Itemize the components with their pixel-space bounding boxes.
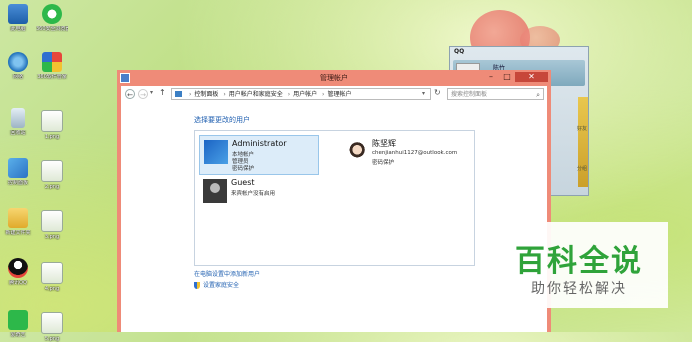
user-card-guest[interactable]: Guest 来宾帐户没有启用 <box>199 175 317 205</box>
desktop-icon-360-browser[interactable]: 360安全浏览器 <box>36 4 68 32</box>
network-icon <box>8 52 28 72</box>
qq-side-label-friends[interactable]: 好友 <box>577 125 587 132</box>
desktop-icon-file-2[interactable]: 2.png <box>36 160 68 190</box>
family-safety-link[interactable]: 设置家庭安全 <box>194 280 239 289</box>
desktop-icon-network[interactable]: 网络 <box>2 52 34 80</box>
content-area: 选择要更改的用户 Administrator 本地帐户 管理员 密码保护 陈坚辉… <box>121 103 547 332</box>
search-placeholder: 搜索控制面板 <box>451 91 488 98</box>
navigation-bar: ← → ▾ ↑ › 控制面板 › 用户帐户和家庭安全 › 用户帐户 › 管理帐户 ▾ ↻… <box>121 86 547 103</box>
watermark-subtitle: 助你轻松解决 <box>531 281 627 297</box>
maximize-button[interactable]: □ <box>499 72 515 82</box>
qq-title: QQ <box>454 48 465 55</box>
image-file-icon <box>41 110 63 132</box>
desktop-icon-file-4[interactable]: 4.png <box>36 262 68 292</box>
control-panel-icon <box>175 91 182 97</box>
close-button[interactable]: ✕ <box>515 72 548 82</box>
user-avatar-photo <box>344 139 368 163</box>
user-card-chenjianhui[interactable]: 陈坚辉 chenjianhui1127@outlook.com 密码保护 <box>340 135 470 173</box>
minimize-button[interactable]: – <box>483 72 499 82</box>
breadcrumb-user-family[interactable]: 用户帐户和家庭安全 <box>229 91 283 98</box>
search-icon[interactable]: ⌕ <box>536 90 540 101</box>
family-safety-label: 设置家庭安全 <box>203 282 240 289</box>
user-detail: 密码保护 <box>232 166 255 172</box>
back-arrow-icon[interactable]: ← <box>125 89 135 99</box>
user-avatar-icon <box>203 179 227 203</box>
desktop-icon-360-manager[interactable]: 360软件管家 <box>36 52 68 80</box>
desktop-icon-file-1[interactable]: 1.png <box>36 110 68 140</box>
desktop-icon-qq[interactable]: 腾讯QQ <box>2 258 34 286</box>
image-file-icon <box>41 262 63 284</box>
user-name: 陈坚辉 <box>372 139 396 148</box>
user-card-administrator[interactable]: Administrator 本地帐户 管理员 密码保护 <box>199 135 319 175</box>
folder-icon <box>8 208 28 228</box>
desktop-icon-new-folder[interactable]: 新建文件夹 <box>2 208 34 236</box>
page-heading: 选择要更改的用户 <box>194 116 250 124</box>
title-bar[interactable]: 管理帐户 – □ ✕ <box>117 70 551 85</box>
user-detail: 密码保护 <box>372 160 395 166</box>
search-input[interactable]: 搜索控制面板 ⌕ <box>447 88 544 100</box>
breadcrumb-manage-accounts[interactable]: 管理帐户 <box>327 91 351 98</box>
recycle-bin-icon <box>11 108 25 128</box>
address-dropdown-icon[interactable]: ▾ <box>422 90 425 97</box>
computer-icon <box>8 4 28 24</box>
breadcrumb-user-accounts[interactable]: 用户帐户 <box>293 91 317 98</box>
control-panel-icon <box>8 158 28 178</box>
watermark-badge: 百科全说 助你轻松解决 <box>490 222 668 308</box>
user-detail: chenjianhui1127@outlook.com <box>372 150 458 156</box>
desktop-icon-file-5[interactable]: 5.png <box>36 312 68 342</box>
manage-accounts-window: 管理帐户 – □ ✕ ← → ▾ ↑ › 控制面板 › 用户帐户和家庭安全 › 用户帐… <box>117 70 551 332</box>
up-arrow-icon[interactable]: ↑ <box>159 88 166 97</box>
add-user-link[interactable]: 在电脑设置中添加新用户 <box>194 269 260 278</box>
qq-side-panel <box>578 97 588 187</box>
user-avatar-icon <box>204 140 228 164</box>
user-name: Administrator <box>232 139 287 148</box>
watermark-title: 百科全说 <box>515 244 643 279</box>
image-file-icon <box>41 312 63 334</box>
shield-icon <box>194 282 200 289</box>
iqiyi-icon <box>8 310 28 330</box>
address-bar[interactable]: › 控制面板 › 用户帐户和家庭安全 › 用户帐户 › 管理帐户 <box>171 88 431 100</box>
browser-icon <box>42 4 62 24</box>
desktop-icon-control-panel[interactable]: 控制面板 <box>2 158 34 186</box>
image-file-icon <box>41 210 63 232</box>
breadcrumb-control-panel[interactable]: 控制面板 <box>194 91 218 98</box>
user-name: Guest <box>231 178 255 187</box>
desktop-icon-file-3[interactable]: 3.png <box>36 210 68 240</box>
desktop-icon-this-pc[interactable]: 此电脑 <box>2 4 34 32</box>
recent-dropdown-icon[interactable]: ▾ <box>150 89 153 96</box>
user-list: Administrator 本地帐户 管理员 密码保护 陈坚辉 chenjian… <box>194 130 475 266</box>
forward-arrow-icon[interactable]: → <box>138 89 148 99</box>
qq-penguin-icon <box>8 258 28 278</box>
user-detail: 来宾帐户没有启用 <box>231 191 276 197</box>
image-file-icon <box>41 160 63 182</box>
qq-side-label-groups[interactable]: 分组 <box>577 165 587 172</box>
desktop-icon-iqiyi[interactable]: 爱奇艺 <box>2 310 34 338</box>
refresh-icon[interactable]: ↻ <box>434 88 441 97</box>
desktop-icon-recycle-bin[interactable]: 回收站 <box>2 108 34 136</box>
app-grid-icon <box>42 52 62 72</box>
